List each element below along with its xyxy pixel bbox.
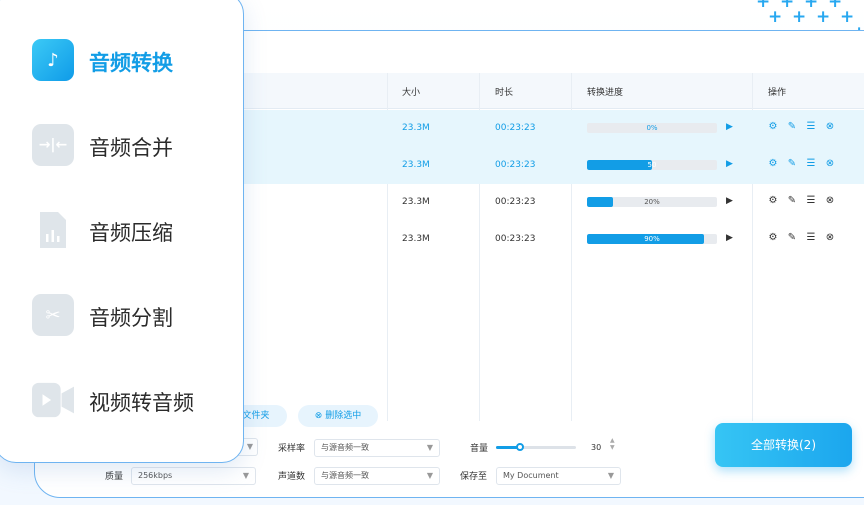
volume-label: 音量 (470, 444, 489, 454)
channels-value: 与源音频一致 (321, 471, 369, 480)
video-camera-icon (32, 379, 74, 421)
progress-label: 20% (644, 198, 660, 206)
file-size: 23.3M (402, 160, 430, 170)
scissors-icon: ✂ (32, 294, 74, 336)
progress-bar: 20% (587, 197, 717, 207)
chevron-down-icon: ▼ (246, 442, 253, 451)
progress-bar: 50 (587, 160, 717, 170)
add-folder-label: 文件夹 (242, 411, 270, 421)
edit-pencil-icon[interactable]: ✎ (787, 195, 797, 206)
progress-label: 90% (644, 235, 660, 243)
settings-gear-icon[interactable]: ⚙ (768, 232, 778, 243)
volume-stepper-icon[interactable]: ▲ ▼ (610, 437, 615, 451)
play-icon[interactable]: ▶ (726, 159, 733, 169)
merge-arrows-icon: →|← (32, 124, 74, 166)
menu-item-label: 音频合并 (89, 136, 173, 160)
progress-label: 50 (647, 161, 657, 169)
remove-icon[interactable]: ⊗ (825, 158, 835, 169)
list-menu-icon[interactable]: ☰ (806, 121, 816, 132)
edit-pencil-icon[interactable]: ✎ (787, 232, 797, 243)
header-size: 大小 (402, 88, 421, 98)
menu-item-video-to-audio[interactable]: 视频转音频 (32, 379, 232, 421)
settings-gear-icon[interactable]: ⚙ (768, 158, 778, 169)
channels-select[interactable]: 与源音频一致 ▼ (314, 467, 440, 485)
menu-item-label: 音频压缩 (89, 221, 173, 245)
edit-pencil-icon[interactable]: ✎ (787, 121, 797, 132)
list-menu-icon[interactable]: ☰ (806, 195, 816, 206)
remove-icon[interactable]: ⊗ (825, 195, 835, 206)
header-actions: 操作 (768, 88, 787, 98)
header-progress: 转换进度 (587, 88, 624, 98)
progress-bar: 90% (587, 234, 717, 244)
sample-rate-select[interactable]: 与源音频一致 ▼ (314, 439, 440, 457)
row-actions: ⚙ ✎ ☰ ⊗ (768, 158, 835, 169)
play-icon[interactable]: ▶ (726, 196, 733, 206)
remove-icon[interactable]: ⊗ (825, 232, 835, 243)
feature-menu: ♪ 音频转换 →|← 音频合并 音频压缩 ✂ 音频分割 视频转音频 (0, 0, 244, 463)
delete-icon: ⊗ (314, 411, 323, 421)
play-icon[interactable]: ▶ (726, 233, 733, 243)
remove-icon[interactable]: ⊗ (825, 121, 835, 132)
file-duration: 00:23:23 (495, 123, 536, 133)
save-to-select[interactable]: My Document ▼ (496, 467, 621, 485)
volume-slider-knob[interactable] (516, 443, 524, 451)
list-menu-icon[interactable]: ☰ (806, 232, 816, 243)
music-note-icon: ♪ (32, 39, 74, 81)
volume-value: 30 (591, 443, 602, 452)
menu-item-audio-split[interactable]: ✂ 音频分割 (32, 294, 232, 336)
list-menu-icon[interactable]: ☰ (806, 158, 816, 169)
menu-item-label: 视频转音频 (89, 391, 194, 415)
chevron-down-icon: ▼ (426, 471, 433, 480)
channels-label: 声道数 (278, 472, 306, 482)
sample-rate-label: 采样率 (278, 444, 306, 454)
file-size: 23.3M (402, 197, 430, 207)
chevron-down-icon: ▼ (426, 443, 433, 452)
chevron-down-icon: ▼ (242, 471, 249, 480)
save-to-label: 保存至 (460, 472, 488, 482)
file-duration: 00:23:23 (495, 234, 536, 244)
menu-item-audio-compress[interactable]: 音频压缩 (32, 209, 232, 251)
settings-gear-icon[interactable]: ⚙ (768, 195, 778, 206)
sample-rate-value: 与源音频一致 (321, 443, 369, 452)
header-duration: 时长 (495, 88, 514, 98)
chevron-down-icon: ▼ (607, 471, 614, 480)
delete-selected-label: 删除选中 (325, 411, 362, 421)
file-size: 23.3M (402, 234, 430, 244)
quality-select[interactable]: 256kbps ▼ (131, 467, 256, 485)
file-size: 23.3M (402, 123, 430, 133)
row-actions: ⚙ ✎ ☰ ⊗ (768, 232, 835, 243)
progress-label: 0% (646, 124, 658, 132)
menu-item-audio-merge[interactable]: →|← 音频合并 (32, 124, 232, 166)
menu-item-label: 音频分割 (89, 306, 173, 330)
menu-item-label: 音频转换 (89, 51, 173, 75)
quality-value: 256kbps (138, 471, 173, 480)
compress-file-icon (32, 209, 74, 251)
settings-gear-icon[interactable]: ⚙ (768, 121, 778, 132)
row-actions: ⚙ ✎ ☰ ⊗ (768, 195, 835, 206)
convert-all-label: 全部转换(2) (751, 438, 816, 452)
save-to-value: My Document (503, 471, 559, 480)
row-actions: ⚙ ✎ ☰ ⊗ (768, 121, 835, 132)
delete-selected-button[interactable]: ⊗ 删除选中 (298, 405, 378, 427)
progress-bar: 0% (587, 123, 717, 133)
play-icon[interactable]: ▶ (726, 122, 733, 132)
edit-pencil-icon[interactable]: ✎ (787, 158, 797, 169)
quality-label: 质量 (105, 472, 124, 482)
convert-all-button[interactable]: 全部转换(2) (715, 423, 852, 467)
menu-item-audio-convert[interactable]: ♪ 音频转换 (32, 39, 232, 81)
file-duration: 00:23:23 (495, 197, 536, 207)
file-duration: 00:23:23 (495, 160, 536, 170)
